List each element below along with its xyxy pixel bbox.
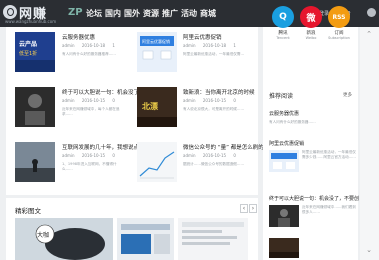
article-thumbnail[interactable]: 阿里云优惠促销 (137, 32, 177, 72)
article-excerpt: 有人问有什么好的服务器推荐…… (62, 52, 116, 56)
featured-image[interactable] (117, 218, 174, 260)
svg-text:云产品: 云产品 (19, 40, 37, 48)
follow-weibo[interactable]: 微 新浪 Weibo (298, 6, 324, 40)
article-thumbnail[interactable]: 北漂 (137, 87, 177, 127)
author: admin (62, 98, 75, 103)
sidebar-item-excerpt: 阿里云最新优惠活动，一年最低仅需多少钱……阿里云官方活动…… (302, 150, 356, 159)
author: admin (62, 43, 75, 48)
article-meta: admin 2016-10-15 0 (62, 98, 115, 103)
sidebar-item-excerpt: 有人问有什么好的服务器…… (269, 120, 316, 124)
follow-sublabel: Subscription (328, 36, 350, 40)
view-count: 0 (112, 98, 115, 103)
scroll-down-icon[interactable]: ⌄ (364, 246, 374, 256)
article-title[interactable]: 云服务器优惠 (62, 33, 95, 41)
article-thumbnail[interactable] (15, 142, 55, 182)
date: 2016-10-15 (81, 98, 106, 103)
author: admin (62, 153, 75, 158)
svg-text:阿里云优惠促销: 阿里云优惠促销 (142, 38, 170, 44)
nav-item-promotion[interactable]: 推广 (162, 8, 178, 19)
view-count: 1 (112, 43, 115, 48)
logo-icon (3, 5, 17, 19)
weibo-icon: 微 (300, 6, 322, 28)
logo-url: www.wangzhuanhub.com (5, 19, 57, 24)
article-thumbnail[interactable] (137, 142, 177, 182)
nav-item-mall[interactable]: 商城 (200, 8, 216, 19)
follow-sublabel: Weibo (305, 36, 317, 40)
sidebar-section-title: 推荐阅读 (269, 93, 294, 100)
prev-arrow-icon[interactable]: ‹ (240, 204, 248, 213)
qq-icon: Q (272, 6, 294, 28)
section-title: 精彩图文 (15, 207, 41, 215)
rss-icon: RSS (328, 6, 350, 28)
date: 2016-10-18 (81, 43, 106, 48)
article-excerpt: 近年来在网赚领域中，每个人都在追求…… (62, 107, 120, 116)
avatar[interactable] (367, 8, 376, 17)
follow-subscription[interactable]: RSS 订阅 Subscription (326, 6, 352, 40)
article-excerpt: 有人说北京很大，可是离开的时候…… (183, 107, 245, 111)
featured-image[interactable] (178, 218, 248, 260)
follow-tencent[interactable]: Q 腾讯 Tencent (270, 6, 296, 40)
date: 2016-10-15 (81, 153, 106, 158)
featured-image[interactable]: 大咖 (15, 218, 113, 260)
sidebar-item-thumbnail[interactable] (269, 205, 299, 227)
author: admin (183, 43, 196, 48)
nav-item-forum[interactable]: 论坛 (86, 8, 102, 19)
view-count: 0 (233, 98, 236, 103)
svg-text:低至1折: 低至1折 (19, 50, 37, 57)
sidebar-item-title[interactable]: 终于可以大胆说一句：机会没了，不要创 (269, 195, 359, 202)
date: 2016-10-18 (202, 43, 227, 48)
nav-item-domestic[interactable]: 国内 (105, 8, 121, 19)
sidebar-item-thumbnail[interactable] (269, 238, 299, 258)
date: 2016-10-15 (202, 98, 227, 103)
article-thumbnail[interactable]: 云产品 低至1折 (15, 32, 55, 72)
author: admin (183, 153, 196, 158)
site-logo[interactable]: 网赚 www.wangzhuanhub.com (3, 3, 63, 24)
article-meta: admin 2016-10-15 0 (183, 153, 236, 158)
date: 2016-10-15 (202, 153, 227, 158)
article-meta: admin 2016-10-18 1 (62, 43, 115, 48)
scroll-up-icon[interactable]: ⌃ (364, 30, 374, 40)
article-title[interactable]: 阿里云优惠促销 (183, 33, 222, 41)
article-excerpt: 据统计……微信公众号的数据造假…… (183, 162, 245, 166)
view-count: 1 (233, 43, 236, 48)
sidebar-item-excerpt: 近年来在网赚领域中……我们看到很多人…… (302, 205, 356, 214)
view-count: 0 (233, 153, 236, 158)
article-excerpt: 1、1998年进入互联网，不懂得什么…… (62, 162, 117, 171)
sidebar-item-thumbnail[interactable] (269, 150, 299, 172)
svg-text:北漂: 北漂 (142, 101, 158, 111)
svg-text:大咖: 大咖 (37, 231, 49, 239)
scrollbar[interactable] (360, 27, 379, 260)
article-title[interactable]: 致新浪：当你离开北京的时候 (183, 88, 255, 96)
article-meta: admin 2016-10-15 0 (183, 98, 236, 103)
more-link[interactable]: 更多 (343, 92, 352, 98)
nav-item-overseas[interactable]: 国外 (124, 8, 140, 19)
sidebar-item-title[interactable]: 云服务器优惠 (269, 110, 299, 117)
sidebar-item-title[interactable]: 阿里云优惠促销 (269, 140, 304, 147)
nav-item-resources[interactable]: 资源 (143, 8, 159, 19)
view-count: 0 (112, 153, 115, 158)
article-meta: admin 2016-10-15 0 (62, 153, 115, 158)
nav-item-events[interactable]: 活动 (181, 8, 197, 19)
article-excerpt: 阿里云最新优惠活动，一年最低仅需… (183, 52, 245, 56)
next-arrow-icon[interactable]: › (249, 204, 257, 213)
article-title[interactable]: 微信公众号的 “量” 都是怎么刷的…… (183, 143, 275, 151)
article-thumbnail[interactable] (15, 87, 55, 127)
nav-brand-mark[interactable]: ZP (68, 7, 83, 18)
author: admin (183, 98, 196, 103)
follow-sublabel: Tencent (276, 36, 290, 40)
article-meta: admin 2016-10-18 1 (183, 43, 236, 48)
